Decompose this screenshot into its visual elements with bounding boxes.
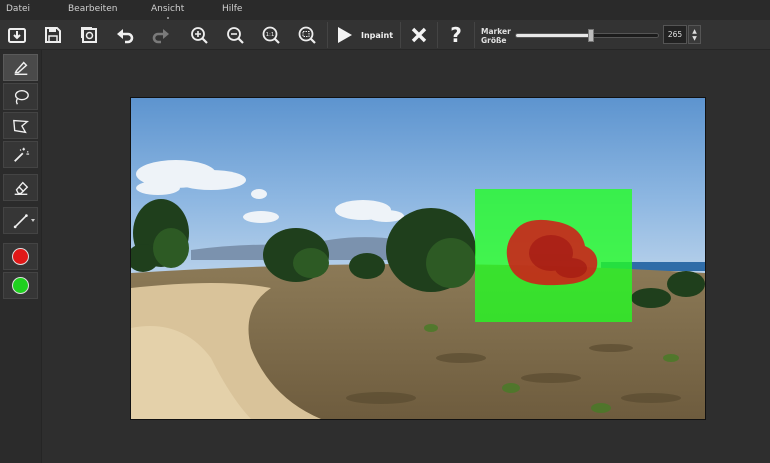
- slider-fill: [516, 34, 592, 37]
- toolbar-separator: [400, 22, 401, 48]
- green-color-button[interactable]: [3, 272, 38, 299]
- help-icon: ?: [450, 23, 462, 47]
- save-as-button[interactable]: [77, 23, 101, 47]
- line-tool-button[interactable]: [3, 207, 38, 234]
- eraser-tool-button[interactable]: [3, 174, 38, 201]
- open-icon: [8, 28, 26, 43]
- menu-hilfe[interactable]: Hilfe: [222, 4, 242, 14]
- zoom-out-button[interactable]: [223, 23, 247, 47]
- tool-dropdown-icon[interactable]: [31, 219, 35, 222]
- close-icon: [411, 27, 427, 43]
- menu-ansicht[interactable]: Ansicht: [151, 4, 184, 19]
- menu-bar: Datei Bearbeiten Ansicht Hilfe: [0, 0, 770, 20]
- redo-button[interactable]: [149, 23, 173, 47]
- svg-text:1:1: 1:1: [266, 32, 275, 38]
- toolbar-separator: [474, 22, 475, 48]
- zoom-in-button[interactable]: [187, 23, 211, 47]
- stepper-up-icon[interactable]: ▲: [692, 28, 697, 35]
- zoom-fit-icon: [298, 26, 316, 44]
- save-button[interactable]: [41, 23, 65, 47]
- cancel-button[interactable]: [407, 23, 431, 47]
- magic-wand-tool-button[interactable]: [3, 141, 38, 168]
- polygon-lasso-tool-button[interactable]: [3, 112, 38, 139]
- inpaint-label: Inpaint: [361, 31, 394, 40]
- undo-icon: [117, 29, 134, 44]
- undo-button[interactable]: [113, 23, 137, 47]
- red-color-swatch: [12, 248, 29, 265]
- tool-sidebar: [0, 50, 42, 463]
- marker-tool-button[interactable]: [3, 54, 38, 81]
- landscape-image: [131, 98, 705, 419]
- toolbar-separator: [327, 22, 328, 48]
- zoom-in-icon: [191, 27, 208, 44]
- stepper-down-icon[interactable]: ▼: [692, 35, 697, 42]
- redo-icon: [152, 29, 169, 44]
- red-color-button[interactable]: [3, 243, 38, 270]
- zoom-actual-icon: 1:1: [262, 26, 280, 44]
- line-icon: [13, 213, 28, 228]
- toolbar: 1:1 Inpaint ? Marker Größe 265 ▲ ▼: [0, 20, 770, 50]
- zoom-actual-button[interactable]: 1:1: [259, 23, 283, 47]
- menu-datei[interactable]: Datei: [6, 4, 30, 14]
- polygon-lasso-icon: [12, 119, 29, 133]
- lasso-tool-button[interactable]: [3, 83, 38, 110]
- lasso-icon: [14, 89, 29, 105]
- save-icon: [45, 27, 61, 43]
- zoom-out-icon: [227, 27, 244, 44]
- open-button[interactable]: [5, 23, 29, 47]
- play-icon: [338, 27, 352, 43]
- zoom-fit-button[interactable]: [295, 23, 319, 47]
- marker-size-label: Marker Größe: [481, 27, 511, 45]
- toolbar-separator: [437, 22, 438, 48]
- marker-icon: [13, 61, 27, 75]
- save-as-icon: [81, 27, 97, 43]
- menu-bearbeiten[interactable]: Bearbeiten: [68, 4, 117, 14]
- marker-size-input[interactable]: 265: [663, 25, 687, 44]
- eraser-icon: [14, 181, 28, 195]
- green-color-swatch: [12, 277, 29, 294]
- marker-size-slider[interactable]: [515, 29, 659, 42]
- marker-size-stepper[interactable]: ▲ ▼: [688, 25, 701, 44]
- image-canvas[interactable]: [130, 97, 706, 420]
- slider-thumb[interactable]: [588, 29, 595, 42]
- help-button[interactable]: ?: [444, 23, 468, 47]
- magic-wand-icon: [13, 147, 29, 162]
